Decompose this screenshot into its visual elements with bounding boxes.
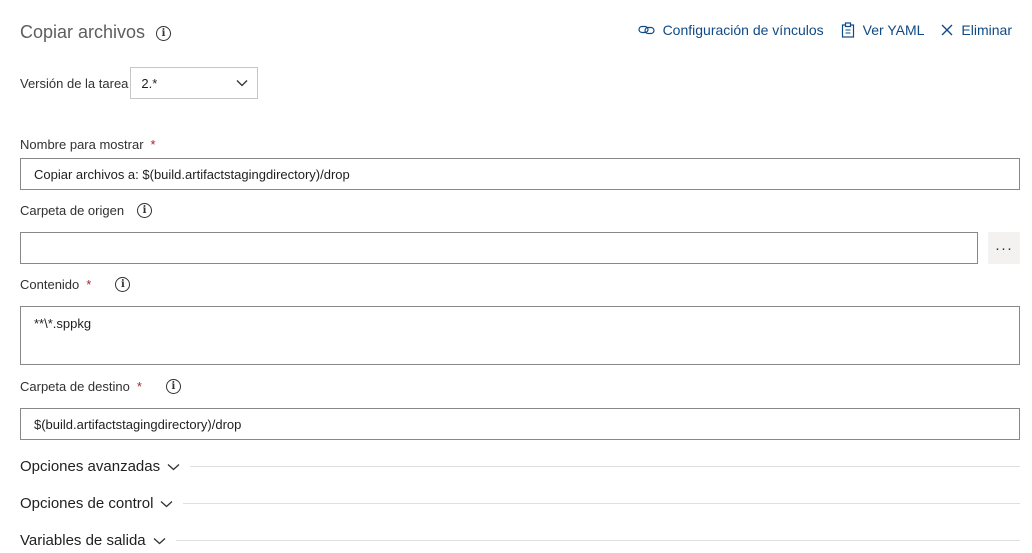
task-version-label: Versión de la tarea	[20, 75, 129, 91]
display-name-label-text: Nombre para mostrar	[20, 137, 144, 152]
view-yaml-button[interactable]: Ver YAML	[841, 22, 925, 38]
remove-button[interactable]: Eliminar	[941, 22, 1012, 38]
title-text: Copiar archivos	[20, 22, 146, 42]
header-actions: Configuración de vínculos Ver YAML Elimi…	[621, 22, 1012, 38]
advanced-options-section[interactable]: Opciones avanzadas	[20, 458, 1020, 475]
section-divider	[183, 503, 1020, 504]
required-marker: *	[136, 379, 142, 394]
target-folder-label: Carpeta de destino * i	[20, 379, 181, 394]
required-marker: *	[86, 277, 92, 292]
source-folder-label-text: Carpeta de origen	[20, 203, 125, 218]
display-name-label: Nombre para mostrar *	[20, 137, 156, 152]
view-yaml-label: Ver YAML	[862, 22, 925, 38]
more-icon: ···	[995, 239, 1013, 257]
remove-label: Eliminar	[961, 22, 1012, 38]
chevron-down-icon	[236, 80, 248, 87]
control-options-label: Opciones de control	[20, 495, 154, 512]
source-folder-label: Carpeta de origen i	[20, 203, 153, 218]
output-variables-label: Variables de salida	[20, 532, 146, 549]
browse-button[interactable]: ···	[988, 232, 1020, 264]
display-name-input[interactable]: Copiar archivos a: $(build.artifactstagi…	[20, 158, 1020, 190]
task-version-row: Versión de la tarea 2.*	[20, 67, 259, 99]
target-folder-input[interactable]: $(build.artifactstagingdirectory)/drop	[20, 408, 1020, 440]
chevron-down-icon	[167, 463, 180, 470]
required-marker: *	[150, 137, 156, 152]
contents-label: Contenido * i	[20, 277, 131, 292]
page-title: Copiar archivos i	[20, 22, 172, 43]
link-settings-button[interactable]: Configuración de vínculos	[637, 22, 824, 38]
info-icon[interactable]: i	[165, 379, 181, 394]
chevron-down-icon	[153, 537, 166, 544]
advanced-options-label: Opciones avanzadas	[20, 458, 161, 475]
target-folder-label-text: Carpeta de destino	[20, 379, 130, 394]
contents-value: **\*.sppkg	[34, 316, 92, 331]
info-icon[interactable]: i	[137, 203, 153, 218]
link-icon	[637, 25, 655, 35]
clipboard-icon	[841, 22, 854, 38]
info-icon[interactable]: i	[115, 277, 131, 292]
contents-label-text: Contenido	[20, 277, 80, 292]
info-icon[interactable]: i	[156, 26, 172, 41]
control-options-section[interactable]: Opciones de control	[20, 495, 1020, 512]
section-divider	[190, 466, 1020, 467]
chevron-down-icon	[160, 500, 173, 507]
contents-textarea[interactable]: **\*.sppkg	[20, 306, 1020, 365]
section-divider	[175, 540, 1020, 541]
display-name-value: Copiar archivos a: $(build.artifactstagi…	[34, 166, 350, 182]
target-folder-value: $(build.artifactstagingdirectory)/drop	[34, 416, 242, 432]
link-settings-label: Configuración de vínculos	[662, 22, 824, 38]
task-version-value: 2.*	[141, 75, 158, 91]
source-folder-input[interactable]	[20, 232, 978, 264]
task-version-select[interactable]: 2.*	[130, 67, 259, 99]
close-icon	[941, 24, 953, 36]
output-variables-section[interactable]: Variables de salida	[20, 532, 1020, 549]
